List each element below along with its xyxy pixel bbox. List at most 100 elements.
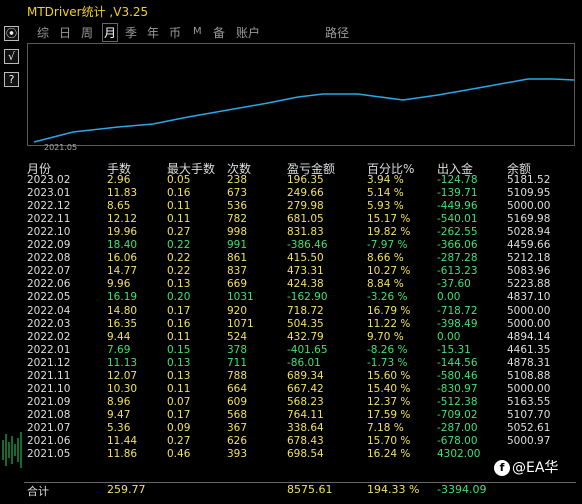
cell-pnl: 764.11 <box>287 408 324 421</box>
cell-flow: -580.46 <box>437 369 478 382</box>
tab-day[interactable]: 日 <box>59 24 71 41</box>
cell-flow: -144.56 <box>437 356 478 369</box>
cell-lots: 8.65 <box>107 200 131 213</box>
cell-lots: 12.12 <box>107 213 138 226</box>
cell-flow: -37.60 <box>437 278 471 291</box>
cell-percent: 10.27 % <box>367 265 411 278</box>
cell-balance: 5028.94 <box>507 226 551 239</box>
cell-balance: 5000.97 <box>507 435 551 447</box>
cell-max-lots: 0.15 <box>167 343 191 356</box>
total-row: 合计 259.77 8575.61 194.33 % -3394.09 <box>24 482 576 498</box>
tab-week[interactable]: 周 <box>81 24 93 41</box>
cell-flow: -287.28 <box>437 252 478 265</box>
cell-count: 568 <box>227 408 248 421</box>
cell-count: 861 <box>227 252 248 265</box>
cell-month: 2021.10 <box>27 382 71 395</box>
cell-pnl: 831.83 <box>287 226 324 239</box>
cell-month: 2022.01 <box>27 343 71 356</box>
target-icon[interactable]: ⦿ <box>4 26 19 41</box>
cell-month: 2021.11 <box>27 369 71 382</box>
cell-pnl: 667.42 <box>287 382 324 395</box>
tab-month[interactable]: 月 <box>102 23 119 42</box>
cell-count: 711 <box>227 356 248 369</box>
cell-lots: 16.06 <box>107 252 138 265</box>
total-pnl: 8575.61 <box>287 483 333 496</box>
total-label: 合计 <box>27 485 49 498</box>
cell-max-lots: 0.05 <box>167 174 191 186</box>
cell-max-lots: 0.22 <box>167 239 191 252</box>
cell-max-lots: 0.11 <box>167 200 191 213</box>
cell-lots: 9.96 <box>107 278 131 291</box>
tab-m[interactable]: M <box>193 26 202 37</box>
cell-balance: 4837.10 <box>507 291 551 304</box>
cell-count: 536 <box>227 200 248 213</box>
table-row: 2021.06 11.44 0.27 626 678.43 15.70 % -678.00 5… <box>27 435 578 448</box>
table-row: 2021.12 11.13 0.13 711 -86.01 -1.73 % -144.56 4… <box>27 357 578 370</box>
cell-balance: 4894.14 <box>507 330 551 343</box>
check-icon[interactable]: √ <box>4 49 19 64</box>
tab-account[interactable]: 账户 <box>236 24 260 41</box>
tab-notes[interactable]: 备 <box>213 24 225 41</box>
tab-summary[interactable]: 综 <box>37 24 49 41</box>
cell-flow: -124.78 <box>437 174 478 186</box>
cell-count: 669 <box>227 278 248 291</box>
cell-count: 991 <box>227 239 248 252</box>
help-icon[interactable]: ? <box>4 72 19 87</box>
cell-percent: 9.70 % <box>367 330 404 343</box>
table-row: 2021.11 12.07 0.13 788 689.34 15.60 % -580.46 5… <box>27 370 578 383</box>
cell-balance: 5083.96 <box>507 265 551 278</box>
cell-balance: 5000.00 <box>507 304 551 317</box>
cell-pnl: 718.72 <box>287 304 324 317</box>
cell-count: 837 <box>227 265 248 278</box>
cell-percent: -3.26 % <box>367 291 408 304</box>
cell-pnl: 424.38 <box>287 278 324 291</box>
cell-pnl: 504.35 <box>287 317 324 330</box>
cell-pnl: 568.23 <box>287 395 324 408</box>
cell-balance: 5107.70 <box>507 408 551 421</box>
cell-flow: -718.72 <box>437 304 478 317</box>
cell-lots: 16.19 <box>107 291 138 304</box>
table-row: 2022.07 14.77 0.22 837 473.31 10.27 % -613.23 5… <box>27 265 578 278</box>
tab-path[interactable]: 路径 <box>325 24 349 41</box>
cell-month: 2022.04 <box>27 304 71 317</box>
cell-max-lots: 0.17 <box>167 304 191 317</box>
cell-count: 609 <box>227 395 248 408</box>
cell-max-lots: 0.46 <box>167 448 191 461</box>
cell-percent: 15.60 % <box>367 369 411 382</box>
cell-flow: -15.31 <box>437 343 471 356</box>
cell-max-lots: 0.11 <box>167 213 191 226</box>
cell-flow: 0.00 <box>437 330 461 343</box>
cell-max-lots: 0.22 <box>167 265 191 278</box>
cell-balance: 5000.00 <box>507 317 551 330</box>
cell-month: 2022.07 <box>27 265 71 278</box>
cell-count: 393 <box>227 448 248 461</box>
cell-lots: 9.47 <box>107 408 131 421</box>
table-row: 2022.02 9.44 0.11 524 432.79 9.70 % 0.00 4894.1… <box>27 331 578 344</box>
cell-month: 2022.03 <box>27 317 71 330</box>
cell-balance: 5108.88 <box>507 369 551 382</box>
cell-flow: -366.06 <box>437 239 478 252</box>
cell-percent: 3.94 % <box>367 174 404 186</box>
cell-flow: -449.96 <box>437 200 478 213</box>
cell-percent: 19.82 % <box>367 226 411 239</box>
cell-lots: 14.77 <box>107 265 138 278</box>
balance-curve <box>33 78 575 143</box>
cell-count: 920 <box>227 304 248 317</box>
cell-month: 2021.07 <box>27 421 71 434</box>
cell-pnl: 432.79 <box>287 330 324 343</box>
tab-year[interactable]: 年 <box>147 24 159 41</box>
cell-balance: 5052.61 <box>507 421 551 434</box>
tab-currency[interactable]: 币 <box>169 24 181 41</box>
cell-lots: 9.44 <box>107 330 131 343</box>
balance-line <box>33 78 575 143</box>
chart-start-date: 2021.05 <box>44 143 78 152</box>
cell-flow: -287.00 <box>437 421 478 434</box>
tab-quarter[interactable]: 季 <box>125 24 137 41</box>
cell-max-lots: 0.13 <box>167 369 191 382</box>
cell-percent: 8.84 % <box>367 278 404 291</box>
cell-pnl: 415.50 <box>287 252 324 265</box>
cell-count: 673 <box>227 187 248 200</box>
cell-lots: 16.35 <box>107 317 138 330</box>
cell-month: 2021.12 <box>27 356 71 369</box>
cell-month: 2022.10 <box>27 226 71 239</box>
